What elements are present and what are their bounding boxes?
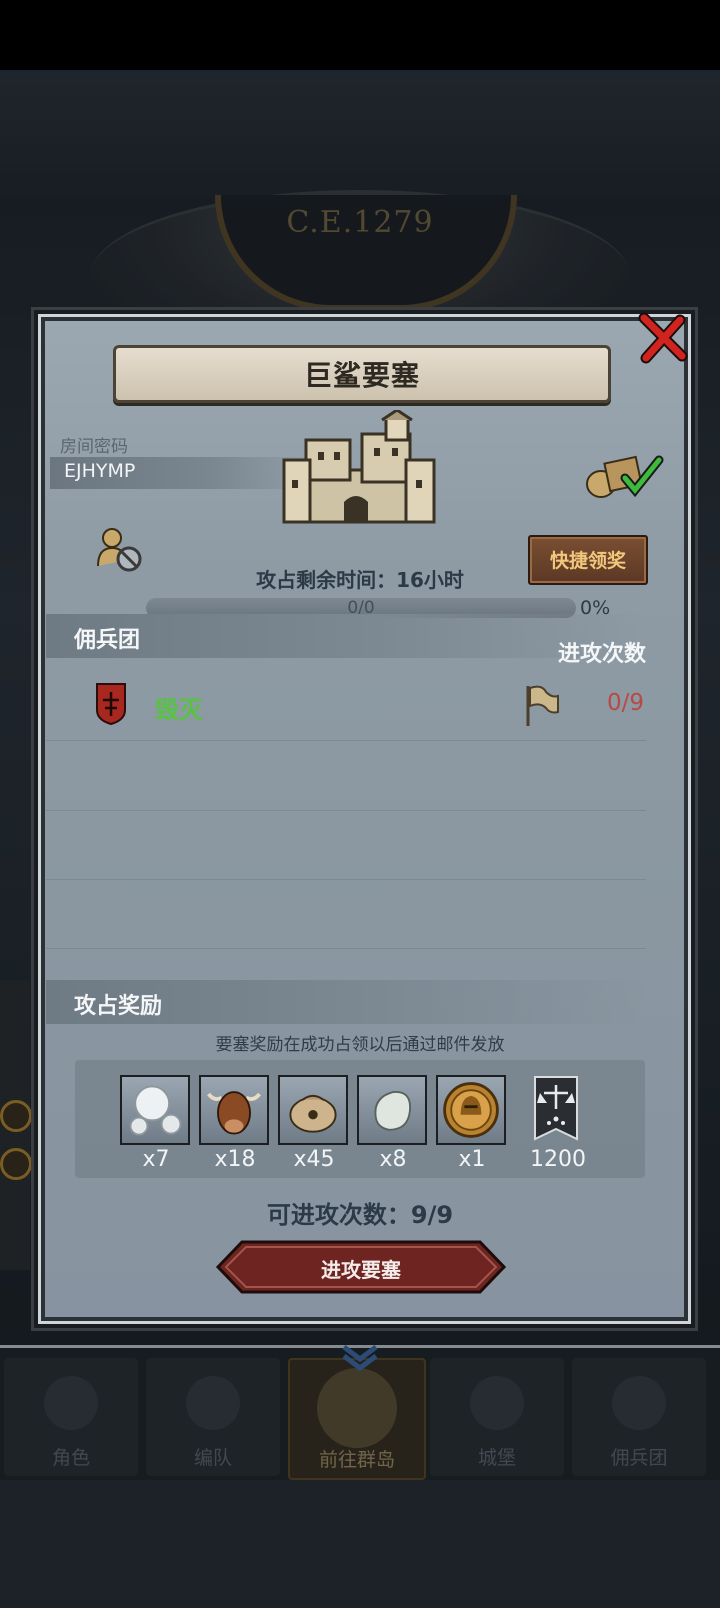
team-attack-count: 0/9 <box>606 690 644 716</box>
justice-banner-icon <box>521 1075 595 1145</box>
dialog-title: 巨鲨要塞 <box>303 359 420 392</box>
rewards-note: 要塞奖励在成功占领以后通过邮件发放 <box>215 1035 505 1055</box>
empty-team-slot <box>46 741 646 811</box>
remaining-time: 攻占剩余时间：16小时 <box>256 568 464 592</box>
reward-item[interactable]: x45 <box>278 1075 350 1172</box>
room-password-label: 房间密码 <box>60 437 128 457</box>
reward-item[interactable]: x18 <box>199 1075 271 1172</box>
ox-icon <box>199 1075 269 1145</box>
reward-quantity: x45 <box>293 1147 335 1172</box>
reward-quantity: x18 <box>214 1147 256 1172</box>
fortress-castle-icon <box>282 410 436 524</box>
attack-fortress-button[interactable]: 进攻要塞 <box>216 1240 506 1294</box>
empty-team-slot <box>46 810 646 880</box>
bottom-area <box>0 1480 720 1608</box>
reward-item[interactable]: x7 <box>120 1075 192 1172</box>
attack-button-label: 进攻要塞 <box>321 1258 401 1282</box>
reward-item[interactable]: x8 <box>357 1075 429 1172</box>
reward-sack-check-icon[interactable] <box>583 452 665 500</box>
rewards-header: 攻占奖励 <box>74 994 163 1019</box>
empty-team-slot <box>46 879 646 949</box>
flag-icon <box>526 685 559 726</box>
attack-count-header: 进攻次数 <box>557 642 646 667</box>
reward-item[interactable]: x1 <box>436 1075 508 1172</box>
reward-item[interactable]: 1200 <box>521 1075 595 1172</box>
reward-quantity: x1 <box>458 1147 486 1172</box>
mercenary-header: 佣兵团 <box>74 628 141 653</box>
stone-icon <box>357 1075 427 1145</box>
reward-quantity: x8 <box>379 1147 407 1172</box>
status-bar <box>0 0 720 70</box>
title-plaque: 巨鲨要塞 <box>113 345 611 403</box>
team-name: 毁灭 <box>155 696 203 724</box>
pearl-icon <box>120 1075 190 1145</box>
reward-quantity: 1200 <box>530 1147 586 1172</box>
close-icon[interactable] <box>636 312 688 364</box>
reward-quantity: x7 <box>142 1147 170 1172</box>
team-shield-icon <box>96 683 126 726</box>
remaining-attempts: 可进攻次数：9/9 <box>266 1201 454 1229</box>
room-password-value[interactable]: EJHYMP <box>64 460 135 482</box>
sack-icon <box>278 1075 348 1145</box>
knight-coin-icon <box>436 1075 506 1145</box>
